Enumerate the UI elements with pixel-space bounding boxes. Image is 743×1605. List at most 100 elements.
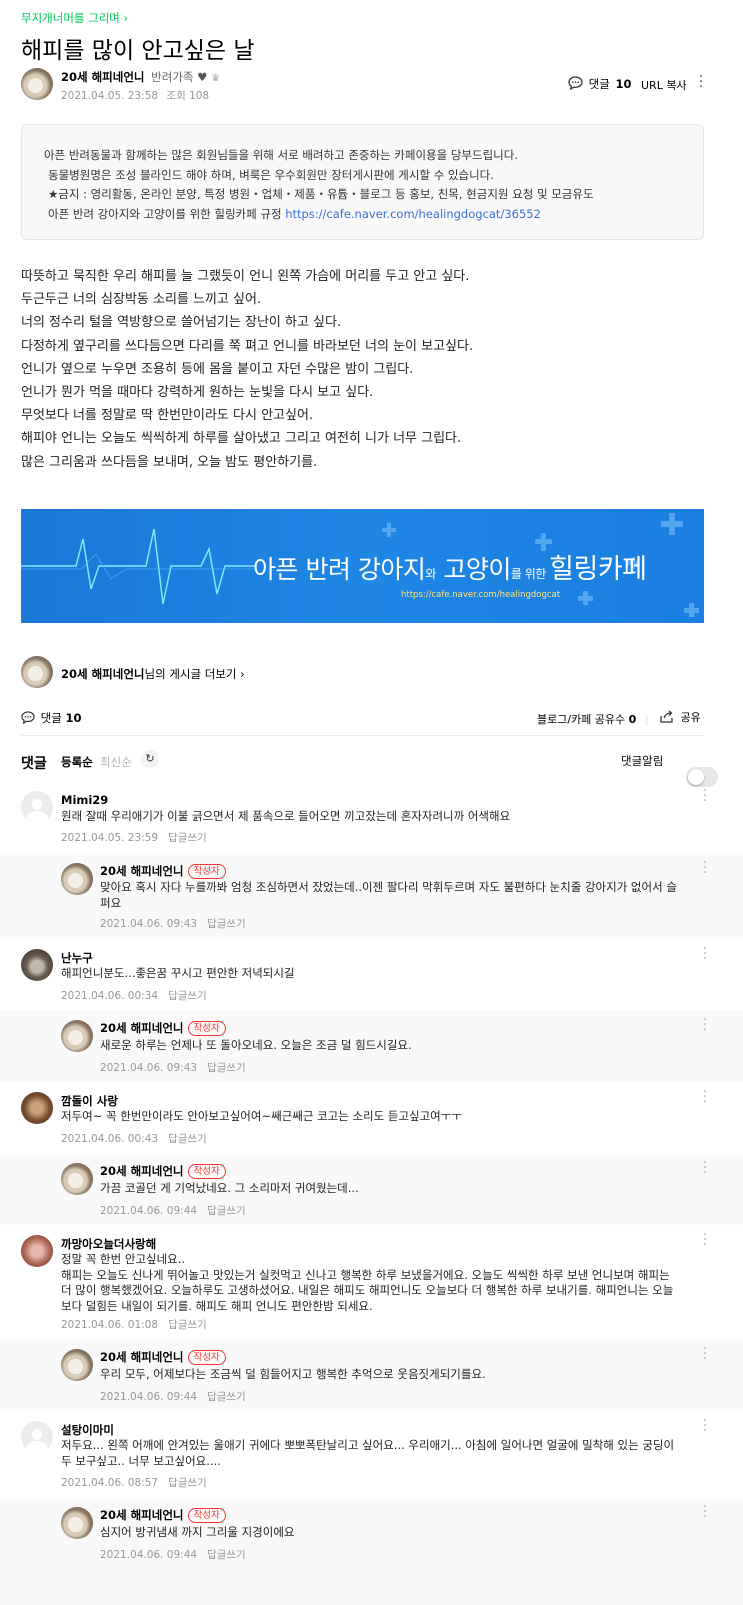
cafe-notice: 아픈 반려동물과 함께하는 많은 회원님들을 위해 서로 배려하고 존중하는 카… [21,124,704,240]
comment-icon [21,711,35,725]
board-link[interactable]: 무지개너머를 그리며 › [21,10,128,26]
share-count-value: 0 [628,713,637,726]
reply-button[interactable]: 답글쓰기 [168,832,207,844]
commenter-name[interactable]: 난누구 [61,950,93,966]
author-name[interactable]: 20세 해피네언니 [61,70,145,84]
post-meta: 2021.04.05. 23:58 조회 108 [61,88,209,103]
header-comment-label: 댓글 [588,77,610,91]
banner-url: https://cafe.naver.com/healingdogcat [401,590,561,600]
commenter-avatar[interactable] [21,1421,53,1453]
commenter-avatar[interactable] [21,1092,53,1124]
banner-title-part: 와 [425,567,436,581]
share-button[interactable]: 공유 [660,709,701,725]
commenter-name[interactable]: 20세 해피네언니 작성자 [100,1349,226,1365]
commenter-name-text: 20세 해피네언니 [100,1508,184,1522]
commenter-name[interactable]: 깜돌이 사랑 [61,1093,118,1109]
comment-text: 해피언니분도...좋은꿈 꾸시고 편안한 저녁되시길 [61,966,295,980]
commenter-avatar[interactable] [61,863,93,895]
comment-more-icon[interactable]: · · · [702,1414,708,1438]
comment-text: 새로운 하루는 언제나 또 돌아오네요. 오늘은 조금 덜 힘드시길요. [100,1038,412,1052]
commenter-name[interactable]: 20세 해피네언니 작성자 [100,863,226,879]
reply-item: 20세 해피네언니 작성자 심지어 방귀냄새 까지 그리울 지경이에요 2021.… [0,1497,743,1605]
url-copy-button[interactable]: URL 복사 [641,77,687,93]
notice-rule-text: 아픈 반려 강아지와 고양이를 위한 힐링카페 규정 [48,206,282,221]
comment-date: 2021.04.06. 00:34 [61,990,159,1002]
commenter-avatar[interactable] [61,1349,93,1381]
commenter-name[interactable]: 20세 해피네언니 작성자 [100,1507,226,1523]
comment-more-icon[interactable]: · · · [702,1156,708,1180]
comment-meta: 2021.04.06. 09:44 답글쓰기 [100,1203,246,1218]
sort-latest[interactable]: 최신순 [100,754,132,770]
comment-date: 2021.04.06. 09:43 [100,918,198,930]
post-views: 조회 108 [166,90,210,102]
board-link-label: 무지개너머를 그리며 [21,11,120,25]
post-body: 따뜻하고 묵직한 우리 해피를 늘 그랬듯이 언니 왼쪽 가슴에 머리를 두고 … [21,265,721,474]
reply-button[interactable]: 답글쓰기 [168,1319,207,1331]
commenter-name[interactable]: 설탕이마미 [61,1422,114,1438]
commenter-avatar[interactable] [61,1163,93,1195]
commenter-name[interactable]: 20세 해피네언니 작성자 [100,1163,226,1179]
commenter-name[interactable]: 20세 해피네언니 작성자 [100,1020,226,1036]
commenter-avatar[interactable] [61,1507,93,1539]
notice-rule-link[interactable]: https://cafe.naver.com/healingdogcat/365… [285,207,541,221]
commenter-avatar[interactable] [61,1020,93,1052]
body-line: 해피야 언니는 오늘도 씩씩하게 하루를 살아냈고 그리고 여전히 니가 너무 … [21,431,462,447]
comment-meta: 2021.04.05. 23:59 답글쓰기 [61,830,207,845]
author-more-avatar[interactable] [21,656,53,688]
header-comment-button[interactable]: 댓글 10 [568,76,632,92]
comment-count-toggle[interactable]: 댓글 10 [21,710,82,726]
comment-meta: 2021.04.06. 08:57 답글쓰기 [61,1475,207,1490]
commenter-avatar[interactable] [21,791,53,823]
post-date: 2021.04.05. 23:58 [61,90,159,102]
banner-title-part: 힐링카페 [549,554,647,585]
writer-badge: 작성자 [187,1164,226,1179]
comment-more-icon[interactable]: · · · [702,1500,708,1524]
comment-text: 가끔 코골던 게 기억났네요. 그 소리마저 귀여웠는데... [100,1181,359,1195]
commenter-avatar[interactable] [21,949,53,981]
comment-more-icon[interactable]: · · · [702,784,708,808]
author-more-link[interactable]: 20세 해피네언니님의 게시글 더보기 › [61,666,245,682]
cafe-banner[interactable]: 아픈 반려 강아지와 고양이를 위한 힐링카페 https://cafe.nav… [21,509,704,623]
commenter-name[interactable]: 까망아오늘더사랑해 [61,1236,156,1252]
comment-more-icon[interactable]: · · · [702,1342,708,1366]
reply-button[interactable]: 답글쓰기 [168,990,207,1002]
comment-more-icon[interactable]: · · · [702,1013,708,1037]
share-label: 공유 [680,711,701,724]
author-avatar[interactable] [21,68,53,100]
writer-badge: 작성자 [187,1350,226,1365]
comment-more-icon[interactable]: · · · [702,942,708,966]
comment-more-icon[interactable]: · · · [702,1085,708,1109]
comment-item: Mimi29 원래 잘때 우리애기가 이불 긁으면서 제 품속으로 들어오면 끼… [0,781,743,853]
comment-more-icon[interactable]: · · · [702,856,708,880]
body-line: 언니가 옆으로 누우면 조용히 등에 몸을 붙이고 자던 수많은 밤이 그립다. [21,361,414,377]
reply-item: 20세 해피네언니 작성자 가끔 코골던 게 기억났네요. 그 소리마저 귀여웠는… [0,1153,743,1225]
comment-meta: 2021.04.06. 09:43 답글쓰기 [100,1060,246,1075]
body-line: 따뜻하고 묵직한 우리 해피를 늘 그랬듯이 언니 왼쪽 가슴에 머리를 두고 … [21,269,470,284]
body-line: 무엇보다 너를 정말로 딱 한번만이라도 다시 안고싶어. [21,408,314,424]
comment-text: 심지어 방귀냄새 까지 그리울 지경이에요 [100,1525,295,1539]
sort-registered[interactable]: 등록순 [61,754,93,770]
commenter-name[interactable]: Mimi29 [61,793,108,807]
post-more-icon[interactable]: · · · [698,70,704,94]
crown-icon: ♛ [211,73,221,84]
author-level: 반려가족 [151,70,194,84]
reply-button[interactable]: 답글쓰기 [207,1549,246,1561]
comment-more-icon[interactable]: · · · [702,1228,708,1252]
refresh-icon[interactable]: ↻ [141,750,159,768]
author-more-suffix: 님의 게시글 더보기 [144,667,237,681]
separator: | [644,713,649,726]
reply-button[interactable]: 답글쓰기 [168,1133,207,1145]
banner-title-part: 아픈 반려 강아지 [253,555,426,584]
body-line: 너의 정수리 털을 역방향으로 쓸어넘기는 장난이 하고 싶다. [21,315,342,331]
comment-text: 저두요... 왼쪽 어깨에 안겨있는 울애기 귀에다 뽀뽀폭탄날리고 싶어요..… [61,1438,675,1468]
reply-button[interactable]: 답글쓰기 [207,1205,246,1217]
author-name-row: 20세 해피네언니 반려가족 ♥ ♛ [61,69,220,85]
reply-button[interactable]: 답글쓰기 [207,1391,246,1403]
reply-button[interactable]: 답글쓰기 [207,918,246,930]
comment-date: 2021.04.06. 08:57 [61,1477,159,1489]
reply-button[interactable]: 답글쓰기 [207,1062,246,1074]
comment-alarm-label: 댓글알림 [621,754,664,768]
comment-date: 2021.04.06. 00:43 [61,1133,159,1145]
commenter-avatar[interactable] [21,1235,53,1267]
reply-button[interactable]: 답글쓰기 [168,1477,207,1489]
